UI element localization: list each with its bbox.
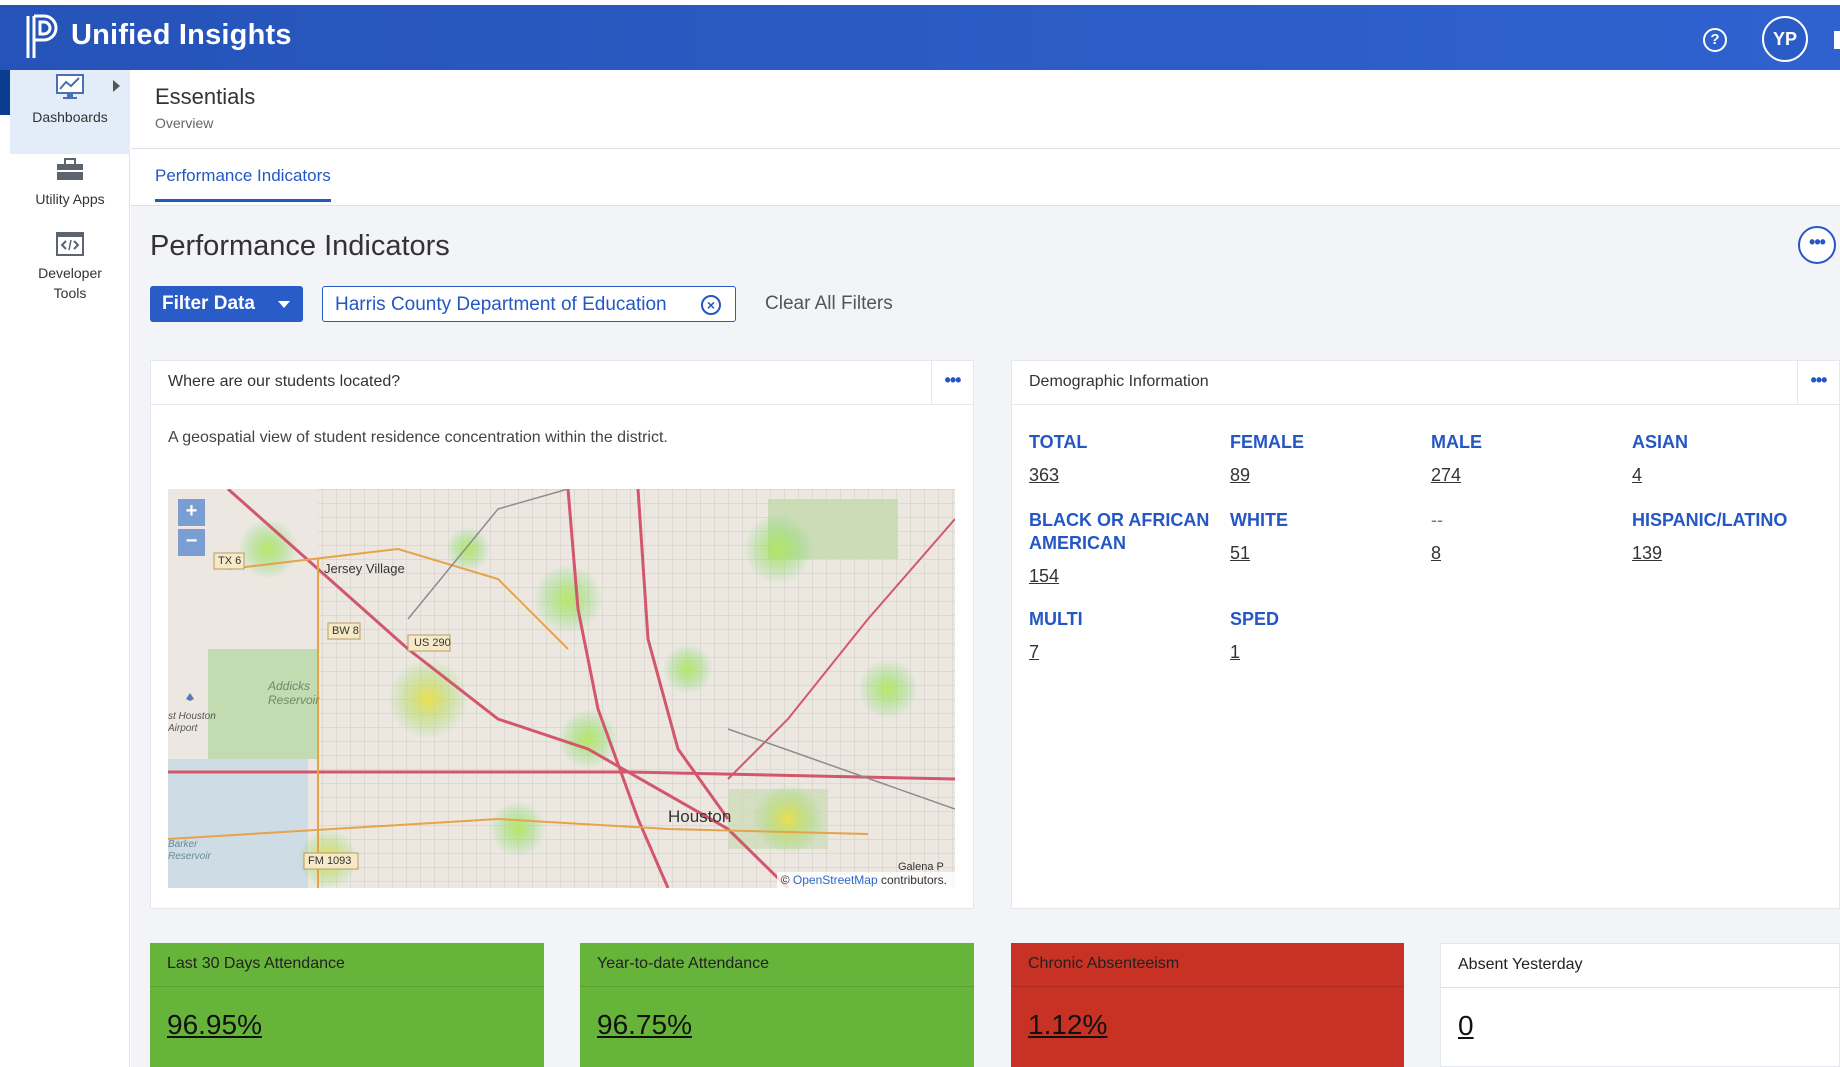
- card-description: A geospatial view of student residence c…: [168, 429, 668, 446]
- attribution-suffix: contributors.: [877, 873, 947, 887]
- map-label: Barker Reservoir: [168, 839, 211, 862]
- demo-label-white: WHITE: [1230, 510, 1288, 530]
- tile-header: Year-to-date Attendance: [580, 943, 974, 987]
- map-label: Addicks Reservoir: [268, 679, 320, 707]
- card-menu-button[interactable]: •••: [1797, 361, 1839, 405]
- demo-value-black[interactable]: 154: [1029, 566, 1059, 587]
- demo-value-total[interactable]: 363: [1029, 465, 1059, 486]
- tile-header: Last 30 Days Attendance: [150, 943, 544, 987]
- demo-value-asian[interactable]: 4: [1632, 465, 1642, 486]
- demo-label-multi: MULTI: [1029, 609, 1083, 629]
- map-label: st Houston Airport: [168, 711, 216, 734]
- user-avatar[interactable]: YP: [1762, 16, 1808, 62]
- kpi-tile-chronic-absenteeism: Chronic Absenteeism 1.12%: [1011, 943, 1404, 1067]
- card-title: Demographic Information: [1029, 373, 1209, 390]
- tile-title: Last 30 Days Attendance: [167, 955, 345, 972]
- app-title: Unified Insights: [71, 19, 292, 51]
- clear-all-filters-link[interactable]: Clear All Filters: [765, 293, 893, 315]
- header-edge-menu[interactable]: [1834, 31, 1840, 49]
- map-label: TX 6: [218, 555, 242, 567]
- main-content: Performance Indicators ••• Filter Data H…: [131, 206, 1840, 1067]
- tile-value[interactable]: 0: [1458, 1010, 1474, 1042]
- tile-value[interactable]: 96.95%: [167, 1009, 262, 1041]
- filter-data-label: Filter Data: [162, 293, 255, 314]
- student-location-map[interactable]: + − TX 6 Jersey Village BW 8 US 290 Addi…: [168, 489, 955, 888]
- sidebar-item-dashboards[interactable]: Dashboards: [10, 70, 130, 154]
- sidebar: Dashboards Utility Apps Developer Tools: [10, 70, 130, 1067]
- map-attribution: © OpenStreetMap contributors.: [776, 872, 955, 888]
- map-label: Houston: [668, 807, 732, 826]
- sidebar-item-label: Dashboards: [32, 109, 108, 125]
- sidebar-item-label: Utility Apps: [35, 191, 105, 207]
- app-header: Unified Insights ? YP: [0, 5, 1840, 70]
- zoom-in-button[interactable]: +: [178, 499, 205, 526]
- card-menu-button[interactable]: •••: [931, 361, 973, 405]
- demo-value-hispanic[interactable]: 139: [1632, 543, 1662, 564]
- map-label: US 290: [414, 637, 451, 649]
- kpi-tile-last-30-days: Last 30 Days Attendance 96.95%: [150, 943, 544, 1067]
- demo-label-black: BLACK OR AFRICAN AMERICAN: [1029, 510, 1210, 553]
- demo-label-sped: SPED: [1230, 609, 1280, 629]
- map-card: Where are our students located? ••• A ge…: [150, 360, 974, 909]
- map-label: FM 1093: [308, 855, 352, 867]
- tile-header: Absent Yesterday: [1441, 944, 1839, 988]
- toolbox-icon: [57, 158, 83, 180]
- breadcrumb-subtitle: Overview: [155, 115, 214, 131]
- zoom-out-button[interactable]: −: [178, 529, 205, 556]
- demo-value-female[interactable]: 89: [1230, 465, 1250, 486]
- sidebar-item-utility-apps[interactable]: Utility Apps: [10, 154, 130, 228]
- card-header: Demographic Information •••: [1012, 361, 1839, 405]
- page-title: Performance Indicators: [150, 230, 450, 262]
- tab-bar: Performance Indicators: [131, 149, 1840, 206]
- demo-label-unknown: --: [1431, 510, 1443, 530]
- demo-value-white[interactable]: 51: [1230, 543, 1250, 564]
- card-title: Where are our students located?: [168, 373, 401, 390]
- demo-label-asian: ASIAN: [1632, 432, 1689, 452]
- demo-value-male[interactable]: 274: [1431, 465, 1461, 486]
- tile-title: Year-to-date Attendance: [597, 955, 769, 972]
- tile-value[interactable]: 1.12%: [1028, 1009, 1107, 1041]
- code-window-icon: [56, 232, 84, 256]
- filter-chip[interactable]: Harris County Department of Education ×: [322, 286, 736, 322]
- demo-label-total: TOTAL: [1029, 432, 1088, 452]
- close-icon[interactable]: ×: [701, 295, 721, 315]
- breadcrumb-title: Essentials: [155, 84, 256, 109]
- attribution-prefix: ©: [780, 873, 793, 887]
- page-more-button[interactable]: •••: [1798, 226, 1836, 264]
- help-icon[interactable]: ?: [1703, 28, 1727, 52]
- caret-down-icon: [278, 301, 290, 308]
- demo-value-unknown[interactable]: 8: [1431, 543, 1441, 564]
- tile-title: Chronic Absenteeism: [1028, 955, 1180, 972]
- monitor-chart-icon: [56, 74, 84, 99]
- demographics-card: Demographic Information ••• TOTAL 363 FE…: [1011, 360, 1840, 909]
- filter-chip-label: Harris County Department of Education: [335, 294, 667, 315]
- filter-data-button[interactable]: Filter Data: [150, 286, 303, 322]
- app-logo-icon: [26, 14, 58, 58]
- sidebar-item-label: Developer Tools: [38, 265, 102, 301]
- tile-title: Absent Yesterday: [1458, 956, 1583, 973]
- demo-label-female: FEMALE: [1230, 432, 1304, 452]
- kpi-tile-ytd-attendance: Year-to-date Attendance 96.75%: [580, 943, 974, 1067]
- demo-value-sped[interactable]: 1: [1230, 642, 1240, 663]
- demo-value-multi[interactable]: 7: [1029, 642, 1039, 663]
- breadcrumb: Essentials Overview: [131, 70, 1840, 149]
- card-header: Where are our students located? •••: [151, 361, 973, 405]
- openstreetmap-link[interactable]: OpenStreetMap: [793, 873, 878, 887]
- map-label: BW 8: [332, 625, 359, 637]
- sidebar-item-developer-tools[interactable]: Developer Tools: [10, 228, 130, 318]
- map-label: Jersey Village: [324, 561, 405, 576]
- demo-label-male: MALE: [1431, 432, 1482, 452]
- tile-header: Chronic Absenteeism: [1011, 943, 1404, 987]
- demo-label-hispanic: HISPANIC/LATINO: [1632, 510, 1788, 530]
- chevron-right-icon: [113, 80, 120, 92]
- tile-value[interactable]: 96.75%: [597, 1009, 692, 1041]
- kpi-tile-absent-yesterday: Absent Yesterday 0: [1440, 943, 1840, 1067]
- tab-performance-indicators[interactable]: Performance Indicators: [155, 166, 331, 202]
